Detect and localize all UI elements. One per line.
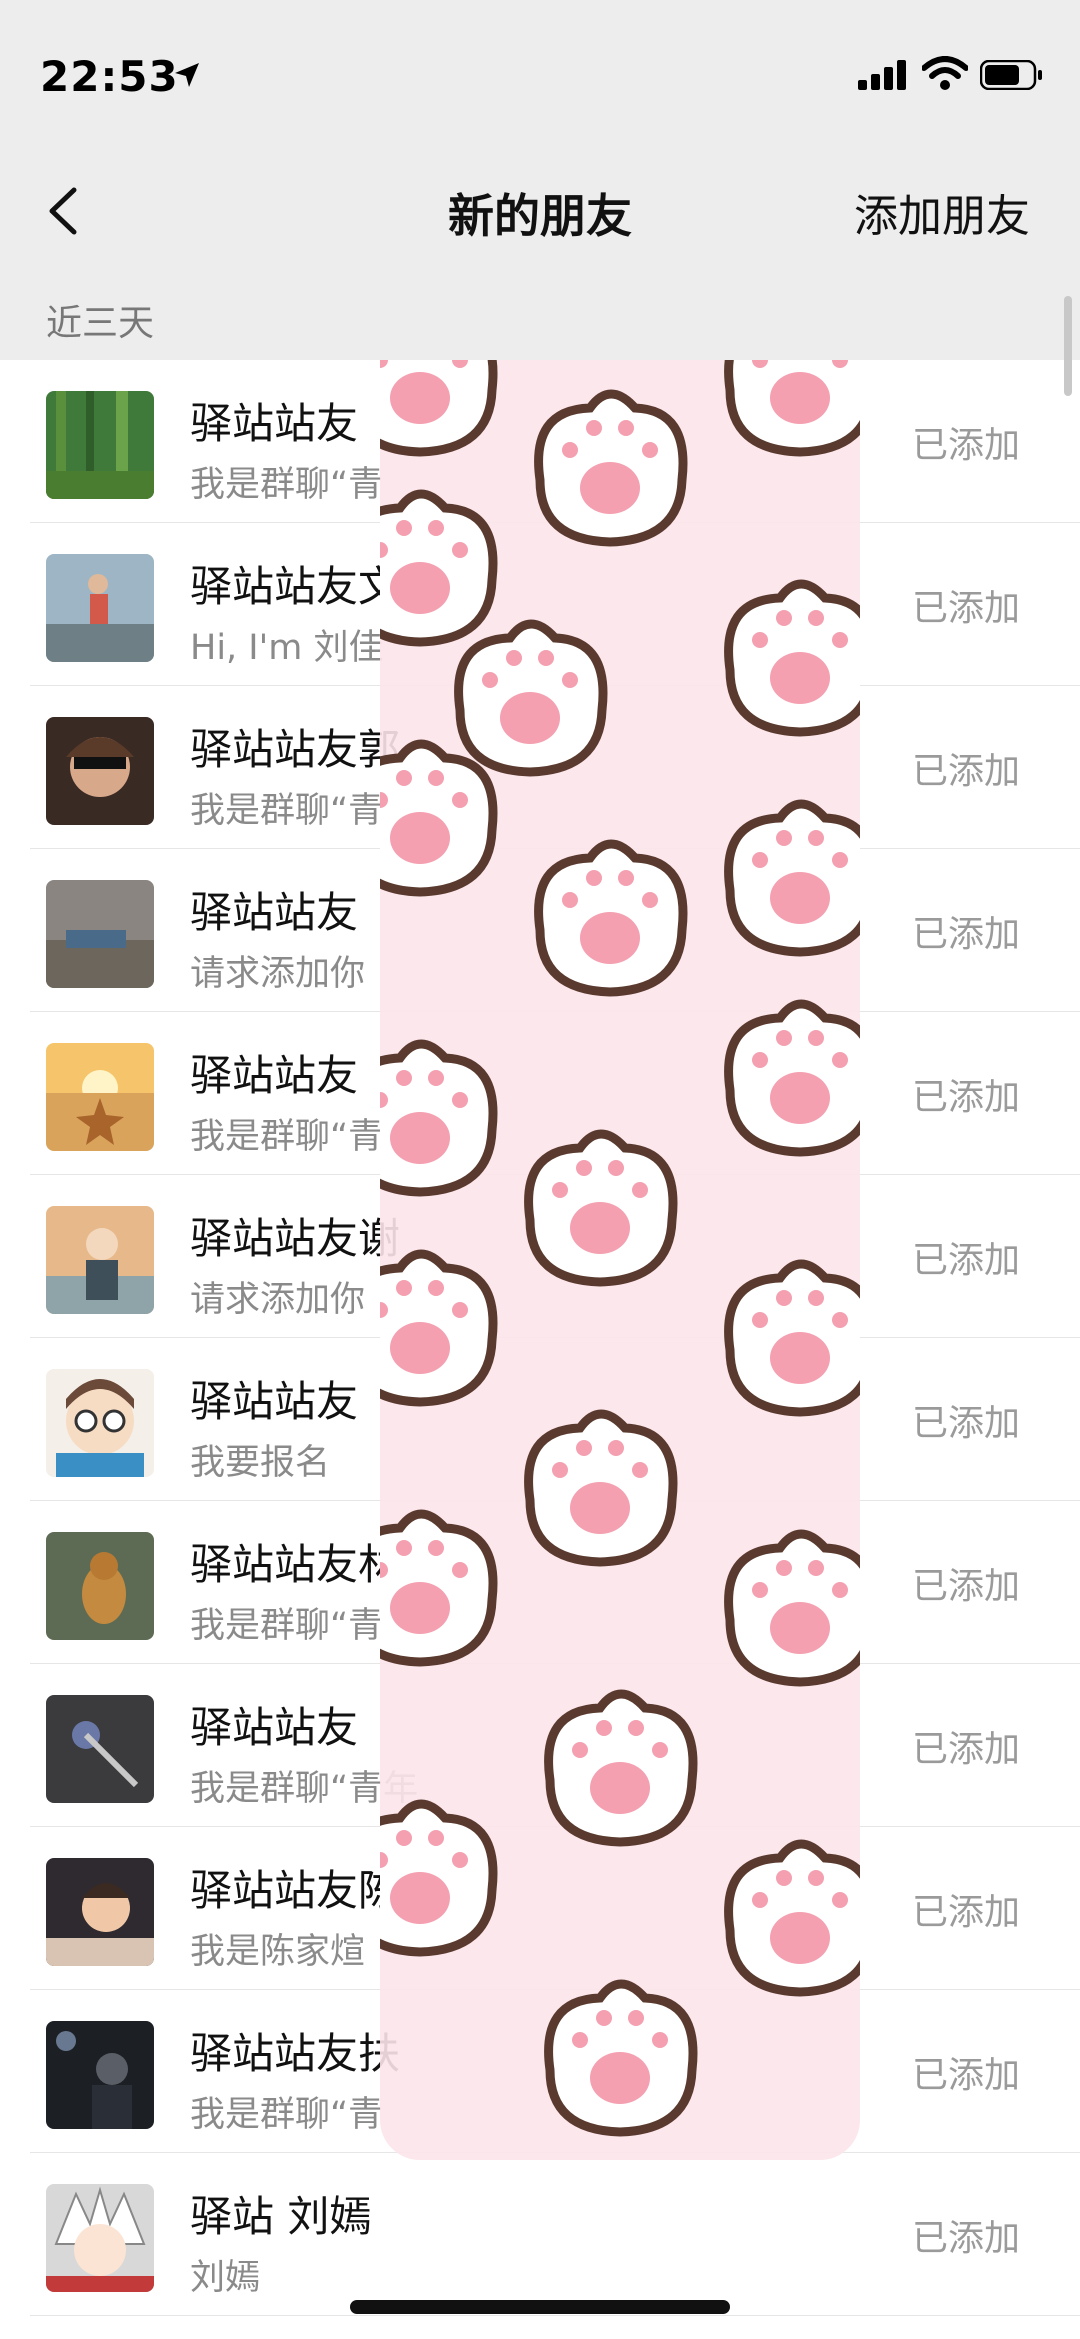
row-message: 我是群聊“青: [190, 791, 384, 831]
row-name: 驿站站友陈: [190, 1866, 401, 1915]
avatar: [46, 1043, 154, 1151]
avatar: [46, 1369, 154, 1477]
location-arrow-icon: [175, 63, 199, 87]
row-name: 驿站站友林: [190, 1540, 401, 1589]
avatar: [46, 1532, 154, 1640]
nav-bar: 新的朋友 添加朋友: [0, 150, 1080, 273]
avatar: [46, 2184, 154, 2292]
added-status: 已添加: [911, 1729, 1020, 1770]
row-message: 我是群聊“青: [190, 465, 384, 505]
home-indicator[interactable]: [350, 2300, 730, 2314]
row-message: 我要报名: [190, 1443, 331, 1483]
avatar: [46, 391, 154, 499]
avatar: [46, 1206, 154, 1314]
added-status: 已添加: [911, 1077, 1020, 1118]
cellular-signal-icon: [858, 60, 906, 90]
row-message: 刘嫣: [190, 2258, 261, 2298]
status-bar: 22:53: [0, 0, 1080, 150]
scrollbar[interactable]: [1064, 296, 1072, 396]
added-status: 已添加: [911, 425, 1020, 466]
row-message: Hi, I'm 刘佳: [190, 628, 384, 668]
row-name: 驿站站友: [190, 888, 359, 937]
row-name: 驿站站友: [190, 1377, 359, 1426]
row-name: 驿站站友郭: [190, 725, 401, 774]
avatar: [46, 1858, 154, 1966]
added-status: 已添加: [911, 2218, 1020, 2259]
status-time: 22:53: [40, 52, 179, 101]
row-name: 驿站站友扶: [190, 2029, 401, 2078]
row-message: 请求添加你: [190, 1280, 366, 1320]
list-item[interactable]: 驿站 刘嫣 刘嫣 已添加: [0, 2153, 1080, 2316]
avatar: [46, 717, 154, 825]
paw-sticker-overlay: [380, 360, 860, 2160]
added-status: 已添加: [911, 1892, 1020, 1933]
row-message: 我是陈家煊: [190, 1932, 366, 1972]
added-status: 已添加: [911, 914, 1020, 955]
section-label: 近三天: [46, 303, 155, 344]
avatar: [46, 880, 154, 988]
row-message: 我是群聊“青: [190, 1117, 384, 1157]
added-status: 已添加: [911, 588, 1020, 629]
added-status: 已添加: [911, 751, 1020, 792]
row-message: 请求添加你: [190, 954, 366, 994]
battery-icon: [980, 60, 1042, 90]
wifi-icon: [922, 56, 968, 90]
avatar: [46, 2021, 154, 2129]
section-header: 近三天: [0, 272, 1080, 360]
added-status: 已添加: [911, 1403, 1020, 1444]
row-name: 驿站 刘嫣: [190, 2192, 372, 2241]
row-message: 我是群聊“青: [190, 2095, 384, 2135]
row-name: 驿站站友: [190, 1051, 359, 1100]
avatar: [46, 554, 154, 662]
added-status: 已添加: [911, 1566, 1020, 1607]
added-status: 已添加: [911, 2055, 1020, 2096]
avatar: [46, 1695, 154, 1803]
row-name: 驿站站友: [190, 1703, 359, 1752]
row-name: 驿站站友谢: [190, 1214, 401, 1263]
row-name: 驿站站友文: [190, 562, 401, 611]
add-friend-button[interactable]: 添加朋友: [854, 180, 1030, 244]
added-status: 已添加: [911, 1240, 1020, 1281]
row-name: 驿站站友: [190, 399, 359, 448]
